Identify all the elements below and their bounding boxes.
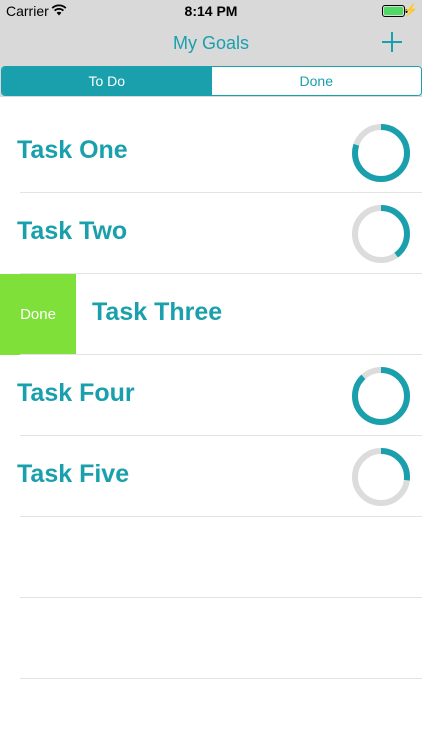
task-title: Task Five xyxy=(17,460,130,488)
task-row[interactable]: Task Four xyxy=(0,355,422,436)
status-bar: Carrier 8:14 PM ⚡ xyxy=(0,0,422,22)
task-row[interactable]: Done Task Three xyxy=(0,274,422,355)
segmented-control-bar: To Do Done xyxy=(0,64,422,97)
navigation-bar: My Goals xyxy=(0,22,422,64)
charging-bolt-icon: ⚡ xyxy=(403,3,418,17)
progress-ring-icon xyxy=(352,124,410,182)
task-title: Task One xyxy=(17,136,128,164)
empty-row xyxy=(0,598,422,679)
task-title: Task Three xyxy=(92,298,223,326)
task-row[interactable]: Task One xyxy=(0,112,422,193)
segment-done[interactable]: Done xyxy=(211,67,421,95)
progress-ring-icon xyxy=(352,448,410,506)
empty-row xyxy=(0,517,422,598)
row-separator xyxy=(20,678,422,679)
task-list: Task One Task Two Done Task Three Task F… xyxy=(0,112,422,679)
task-title: Task Four xyxy=(17,379,135,407)
segment-todo[interactable]: To Do xyxy=(2,67,212,95)
clock: 8:14 PM xyxy=(184,3,238,19)
plus-icon[interactable] xyxy=(378,28,406,56)
progress-ring-icon xyxy=(352,367,410,425)
task-row[interactable]: Task Two xyxy=(0,193,422,274)
swipe-done-button[interactable]: Done xyxy=(0,274,76,355)
task-title: Task Two xyxy=(17,217,128,245)
page-title: My Goals xyxy=(172,33,250,53)
progress-ring-fill xyxy=(352,367,410,425)
task-row[interactable]: Task Five xyxy=(0,436,422,517)
segmented-control: To Do Done xyxy=(1,66,422,96)
progress-ring-icon xyxy=(352,205,410,263)
